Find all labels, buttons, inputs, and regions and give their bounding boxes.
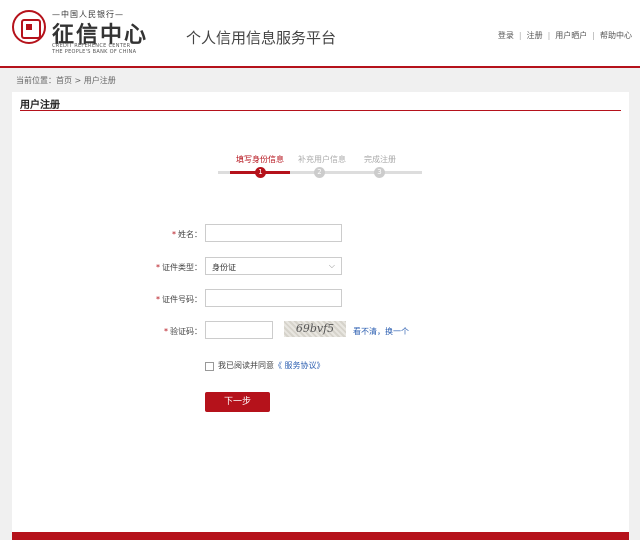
id-number-label: * 证件号码： [156,295,202,304]
id-number-field[interactable] [205,289,342,307]
platform-title: 个人信用信息服务平台 [186,29,337,47]
step-2-dot: 2 [314,167,325,178]
step-3-dot: 3 [374,167,385,178]
step-1-label: 填写身份信息 [236,155,284,164]
step-2-label: 补充用户信息 [298,155,346,164]
panel-title: 用户注册 [20,100,60,111]
nav-register-link[interactable]: 注册 [527,31,543,40]
logo-english-line2: THE PEOPLE'S BANK OF CHINA [52,49,137,55]
nav-login-link[interactable]: 登录 [498,31,514,40]
captcha-field[interactable] [205,321,273,339]
logo-seal-icon[interactable] [12,10,46,44]
footer-bar [12,532,629,540]
id-type-value: 身份证 [212,263,236,272]
nav-help-link[interactable]: 帮助中心 [600,31,632,40]
nav-account-link[interactable]: 用户晒户 [555,31,587,40]
id-type-label: * 证件类型： [156,263,202,272]
chevron-down-icon: ⌵ [328,261,335,270]
top-nav: 登录 | 注册 | 用户晒户 | 帮助中心 [497,31,632,40]
name-label: * 姓名： [172,230,202,239]
captcha-refresh-link[interactable]: 看不清，换一个 [353,326,409,337]
header: —中国人民银行— 征信中心 CREDIT REFERENCE CENTER TH… [0,0,640,68]
step-1-dot: 1 [255,167,266,178]
id-type-select[interactable]: 身份证 ⌵ [205,257,342,275]
next-step-button[interactable]: 下一步 [205,392,270,412]
breadcrumb: 当前位置：首页 > 用户注册 [16,76,116,85]
step-3-label: 完成注册 [364,155,396,164]
agree-checkbox[interactable] [205,362,214,371]
service-agreement-link[interactable]: 《 服务协议》 [274,361,325,370]
agree-text: 我已阅读并同意《 服务协议》 [218,361,325,370]
captcha-label: * 验证码： [164,327,202,336]
captcha-image[interactable]: 69bvf5 [284,321,346,337]
register-panel: 用户注册 填写身份信息 补充用户信息 完成注册 1 2 3 * 姓名： * 证件类型… [12,92,629,532]
panel-divider [20,110,621,111]
name-field[interactable] [205,224,342,242]
